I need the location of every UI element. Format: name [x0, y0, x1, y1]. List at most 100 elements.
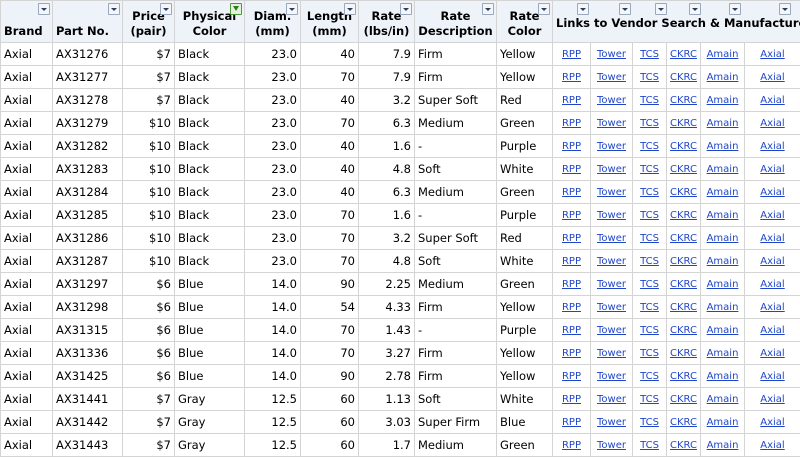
physical-color-cell[interactable]: Black [175, 204, 245, 227]
price-cell[interactable]: $10 [123, 135, 175, 158]
brand-cell[interactable]: Axial [1, 388, 53, 411]
rate-color-cell[interactable]: White [497, 388, 553, 411]
price-cell[interactable]: $7 [123, 434, 175, 457]
vendor-link-axial[interactable]: Axial [760, 164, 784, 175]
length-cell[interactable]: 70 [301, 250, 359, 273]
diameter-cell[interactable]: 12.5 [245, 434, 301, 457]
vendor-link-amain[interactable]: Amain [707, 325, 739, 336]
rate-description-cell[interactable]: Firm [415, 296, 497, 319]
rate-description-cell[interactable]: Medium [415, 434, 497, 457]
brand-cell[interactable]: Axial [1, 43, 53, 66]
part-number-cell[interactable]: AX31279 [53, 112, 123, 135]
part-number-cell[interactable]: AX31297 [53, 273, 123, 296]
physical-color-cell[interactable]: Black [175, 66, 245, 89]
physical-color-cell[interactable]: Black [175, 158, 245, 181]
rate-color-cell[interactable]: Green [497, 181, 553, 204]
vendor-link-rpp[interactable]: RPP [562, 256, 581, 267]
price-cell[interactable]: $10 [123, 158, 175, 181]
vendor-link-rpp[interactable]: RPP [562, 233, 581, 244]
vendor-link-tcs[interactable]: TCS [640, 325, 659, 336]
diameter-cell[interactable]: 23.0 [245, 43, 301, 66]
length-cell[interactable]: 60 [301, 388, 359, 411]
diameter-cell[interactable]: 14.0 [245, 296, 301, 319]
filter-rate-button[interactable] [400, 3, 412, 15]
rate-cell[interactable]: 6.3 [359, 112, 415, 135]
vendor-link-rpp[interactable]: RPP [562, 325, 581, 336]
vendor-link-tcs[interactable]: TCS [640, 371, 659, 382]
rate-description-cell[interactable]: Firm [415, 342, 497, 365]
vendor-link-rpp[interactable]: RPP [562, 440, 581, 451]
vendor-link-axial[interactable]: Axial [760, 348, 784, 359]
rate-description-cell[interactable]: Soft [415, 158, 497, 181]
price-cell[interactable]: $7 [123, 43, 175, 66]
vendor-link-ckrc[interactable]: CKRC [670, 72, 697, 83]
brand-cell[interactable]: Axial [1, 434, 53, 457]
vendor-link-rpp[interactable]: RPP [562, 417, 581, 428]
vendor-link-rpp[interactable]: RPP [562, 118, 581, 129]
vendor-link-axial[interactable]: Axial [760, 233, 784, 244]
rate-color-cell[interactable]: White [497, 250, 553, 273]
rate-cell[interactable]: 4.8 [359, 250, 415, 273]
vendor-link-tower[interactable]: Tower [597, 440, 626, 451]
vendor-link-amain[interactable]: Amain [707, 348, 739, 359]
part-number-cell[interactable]: AX31425 [53, 365, 123, 388]
physical-color-cell[interactable]: Gray [175, 388, 245, 411]
price-cell[interactable]: $6 [123, 296, 175, 319]
length-cell[interactable]: 60 [301, 411, 359, 434]
price-cell[interactable]: $10 [123, 204, 175, 227]
rate-cell[interactable]: 1.6 [359, 135, 415, 158]
vendor-link-rpp[interactable]: RPP [562, 72, 581, 83]
rate-description-cell[interactable]: - [415, 204, 497, 227]
rate-cell[interactable]: 3.27 [359, 342, 415, 365]
vendor-link-rpp[interactable]: RPP [562, 279, 581, 290]
length-cell[interactable]: 70 [301, 204, 359, 227]
length-cell[interactable]: 40 [301, 135, 359, 158]
filter-tower-button[interactable] [619, 3, 631, 15]
vendor-link-tower[interactable]: Tower [597, 394, 626, 405]
vendor-link-tcs[interactable]: TCS [640, 95, 659, 106]
brand-cell[interactable]: Axial [1, 273, 53, 296]
vendor-link-tower[interactable]: Tower [597, 417, 626, 428]
physical-color-cell[interactable]: Gray [175, 434, 245, 457]
vendor-link-tower[interactable]: Tower [597, 187, 626, 198]
rate-cell[interactable]: 1.6 [359, 204, 415, 227]
price-cell[interactable]: $7 [123, 411, 175, 434]
rate-color-cell[interactable]: Yellow [497, 43, 553, 66]
vendor-link-amain[interactable]: Amain [707, 210, 739, 221]
vendor-link-axial[interactable]: Axial [760, 118, 784, 129]
vendor-link-tower[interactable]: Tower [597, 371, 626, 382]
diameter-cell[interactable]: 23.0 [245, 181, 301, 204]
rate-cell[interactable]: 3.2 [359, 227, 415, 250]
rate-description-cell[interactable]: Soft [415, 388, 497, 411]
part-number-cell[interactable]: AX31441 [53, 388, 123, 411]
part-number-cell[interactable]: AX31442 [53, 411, 123, 434]
vendor-link-tower[interactable]: Tower [597, 49, 626, 60]
rate-description-cell[interactable]: - [415, 319, 497, 342]
vendor-link-amain[interactable]: Amain [707, 279, 739, 290]
part-number-cell[interactable]: AX31287 [53, 250, 123, 273]
diameter-cell[interactable]: 12.5 [245, 388, 301, 411]
length-cell[interactable]: 90 [301, 273, 359, 296]
vendor-link-ckrc[interactable]: CKRC [670, 417, 697, 428]
filter-rpp-button[interactable] [577, 3, 589, 15]
vendor-link-ckrc[interactable]: CKRC [670, 118, 697, 129]
vendor-link-ckrc[interactable]: CKRC [670, 95, 697, 106]
length-cell[interactable]: 70 [301, 227, 359, 250]
brand-cell[interactable]: Axial [1, 365, 53, 388]
part-number-cell[interactable]: AX31336 [53, 342, 123, 365]
part-number-cell[interactable]: AX31282 [53, 135, 123, 158]
vendor-link-axial[interactable]: Axial [760, 187, 784, 198]
vendor-link-ckrc[interactable]: CKRC [670, 256, 697, 267]
brand-cell[interactable]: Axial [1, 250, 53, 273]
rate-description-cell[interactable]: Soft [415, 250, 497, 273]
price-cell[interactable]: $6 [123, 319, 175, 342]
physical-color-cell[interactable]: Blue [175, 365, 245, 388]
rate-description-cell[interactable]: Firm [415, 43, 497, 66]
vendor-link-tcs[interactable]: TCS [640, 49, 659, 60]
diameter-cell[interactable]: 23.0 [245, 227, 301, 250]
rate-cell[interactable]: 7.9 [359, 43, 415, 66]
brand-cell[interactable]: Axial [1, 411, 53, 434]
diameter-cell[interactable]: 14.0 [245, 273, 301, 296]
diameter-cell[interactable]: 23.0 [245, 112, 301, 135]
physical-color-cell[interactable]: Gray [175, 411, 245, 434]
